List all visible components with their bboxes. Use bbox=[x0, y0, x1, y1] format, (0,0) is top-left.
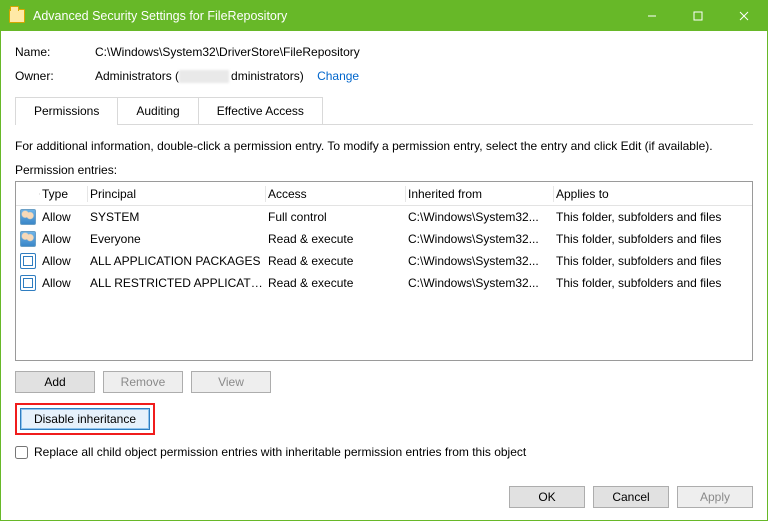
package-icon bbox=[20, 253, 36, 269]
cell-inherited: C:\Windows\System32... bbox=[406, 208, 554, 226]
users-icon bbox=[20, 209, 36, 225]
table-row[interactable]: AllowSYSTEMFull controlC:\Windows\System… bbox=[16, 206, 752, 228]
cell-inherited: C:\Windows\System32... bbox=[406, 230, 554, 248]
dialog-footer: OK Cancel Apply bbox=[509, 486, 753, 508]
replace-checkbox[interactable] bbox=[15, 446, 28, 459]
package-icon bbox=[20, 275, 36, 291]
cell-access: Read & execute bbox=[266, 274, 406, 292]
info-text: For additional information, double-click… bbox=[15, 139, 753, 153]
col-type[interactable]: Type bbox=[40, 183, 88, 205]
tab-auditing[interactable]: Auditing bbox=[117, 97, 198, 124]
cell-applies: This folder, subfolders and files bbox=[554, 208, 752, 226]
cell-access: Read & execute bbox=[266, 230, 406, 248]
owner-label: Owner: bbox=[15, 69, 95, 83]
owner-suffix: dministrators) bbox=[231, 69, 304, 83]
grid-body: AllowSYSTEMFull controlC:\Windows\System… bbox=[16, 206, 752, 294]
col-principal[interactable]: Principal bbox=[88, 183, 266, 205]
name-value: C:\Windows\System32\DriverStore\FileRepo… bbox=[95, 45, 753, 59]
cell-type: Allow bbox=[40, 230, 88, 248]
window-title: Advanced Security Settings for FileRepos… bbox=[33, 9, 287, 23]
close-button[interactable] bbox=[721, 1, 767, 31]
cell-applies: This folder, subfolders and files bbox=[554, 274, 752, 292]
name-label: Name: bbox=[15, 45, 95, 59]
minimize-button[interactable] bbox=[629, 1, 675, 31]
cell-principal: ALL APPLICATION PACKAGES bbox=[88, 252, 266, 270]
advanced-security-window: Advanced Security Settings for FileRepos… bbox=[0, 0, 768, 521]
users-icon bbox=[20, 231, 36, 247]
tab-permissions[interactable]: Permissions bbox=[15, 97, 118, 124]
cell-principal: Everyone bbox=[88, 230, 266, 248]
apply-button: Apply bbox=[677, 486, 753, 508]
table-row[interactable]: AllowALL RESTRICTED APPLICATIO...Read & … bbox=[16, 272, 752, 294]
cell-applies: This folder, subfolders and files bbox=[554, 252, 752, 270]
cell-inherited: C:\Windows\System32... bbox=[406, 252, 554, 270]
cell-type: Allow bbox=[40, 252, 88, 270]
owner-value: Administrators ( dministrators) Change bbox=[95, 69, 753, 83]
cell-principal: SYSTEM bbox=[88, 208, 266, 226]
folder-icon bbox=[9, 9, 25, 23]
name-row: Name: C:\Windows\System32\DriverStore\Fi… bbox=[15, 45, 753, 59]
grid-header: Type Principal Access Inherited from App… bbox=[16, 182, 752, 206]
table-row[interactable]: AllowALL APPLICATION PACKAGESRead & exec… bbox=[16, 250, 752, 272]
maximize-button[interactable] bbox=[675, 1, 721, 31]
owner-row: Owner: Administrators ( dministrators) Ch… bbox=[15, 69, 753, 83]
tab-effective-access[interactable]: Effective Access bbox=[198, 97, 323, 124]
view-button: View bbox=[191, 371, 271, 393]
permission-grid[interactable]: Type Principal Access Inherited from App… bbox=[15, 181, 753, 361]
cell-access: Full control bbox=[266, 208, 406, 226]
cell-principal: ALL RESTRICTED APPLICATIO... bbox=[88, 274, 266, 292]
col-applies[interactable]: Applies to bbox=[554, 183, 752, 205]
tabstrip: Permissions Auditing Effective Access bbox=[15, 97, 753, 125]
col-access[interactable]: Access bbox=[266, 183, 406, 205]
entries-label: Permission entries: bbox=[15, 163, 753, 177]
change-owner-link[interactable]: Change bbox=[317, 69, 359, 83]
cell-type: Allow bbox=[40, 208, 88, 226]
cell-access: Read & execute bbox=[266, 252, 406, 270]
titlebar[interactable]: Advanced Security Settings for FileRepos… bbox=[1, 1, 767, 31]
entry-buttons: Add Remove View bbox=[15, 371, 753, 393]
add-button[interactable]: Add bbox=[15, 371, 95, 393]
owner-redacted bbox=[179, 70, 229, 83]
content-area: Name: C:\Windows\System32\DriverStore\Fi… bbox=[1, 31, 767, 469]
owner-prefix: Administrators ( bbox=[95, 69, 179, 83]
replace-checkbox-label: Replace all child object permission entr… bbox=[34, 445, 526, 459]
table-row[interactable]: AllowEveryoneRead & executeC:\Windows\Sy… bbox=[16, 228, 752, 250]
disable-inheritance-button[interactable]: Disable inheritance bbox=[20, 408, 150, 430]
replace-checkbox-row: Replace all child object permission entr… bbox=[15, 445, 753, 459]
cell-applies: This folder, subfolders and files bbox=[554, 230, 752, 248]
remove-button: Remove bbox=[103, 371, 183, 393]
cell-inherited: C:\Windows\System32... bbox=[406, 274, 554, 292]
col-inherited[interactable]: Inherited from bbox=[406, 183, 554, 205]
disable-inheritance-highlight: Disable inheritance bbox=[15, 403, 155, 435]
ok-button[interactable]: OK bbox=[509, 486, 585, 508]
cancel-button[interactable]: Cancel bbox=[593, 486, 669, 508]
cell-type: Allow bbox=[40, 274, 88, 292]
